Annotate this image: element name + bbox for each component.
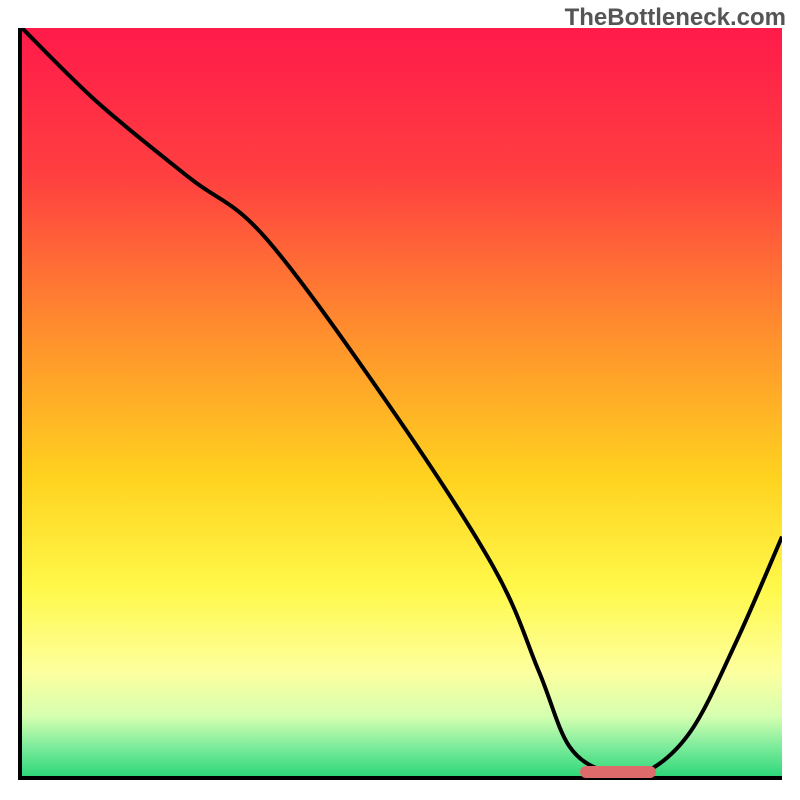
plot-area: [18, 28, 782, 780]
bottleneck-curve: [22, 28, 782, 776]
optimal-indicator: [580, 766, 656, 778]
watermark-label: TheBottleneck.com: [565, 4, 786, 32]
chart-container: TheBottleneck.com: [0, 0, 800, 800]
